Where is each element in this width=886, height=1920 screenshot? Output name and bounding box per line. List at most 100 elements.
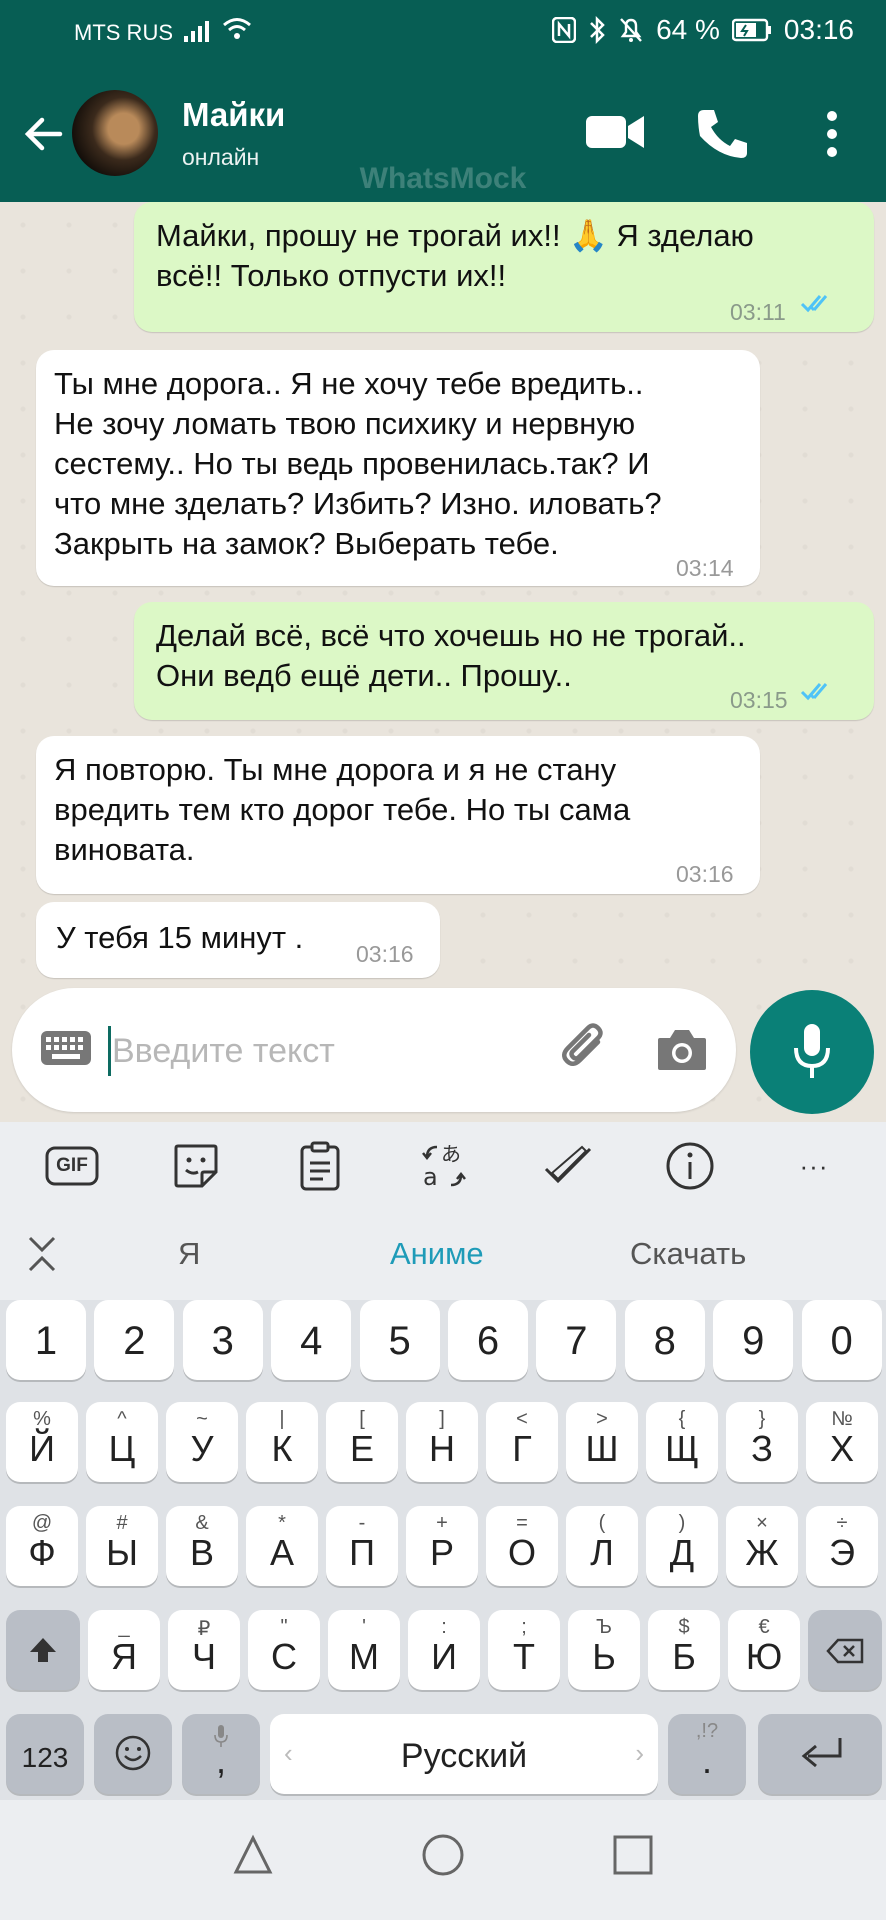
key-label: А [269,1532,294,1573]
key-letter[interactable]: ₽ Ч [168,1610,240,1690]
key-letter[interactable]: $ Б [648,1610,720,1690]
key-letter[interactable]: % Й [6,1402,78,1482]
backspace-key[interactable] [808,1610,882,1690]
info-button[interactable] [660,1138,720,1194]
message-bubble-incoming[interactable]: Я повторю. Ты мне дорога и я не стану вр… [36,736,760,894]
key-letter[interactable]: (Л [566,1506,638,1586]
sticker-icon [174,1144,218,1188]
key-1[interactable]: 1 [6,1300,86,1380]
key-letter[interactable]: ] Н [406,1402,478,1482]
key-letter[interactable]: > Ш [566,1402,638,1482]
key-label: Я [111,1636,137,1677]
collapse-keyboard-icon[interactable] [26,1234,58,1274]
gif-button[interactable]: GIF [42,1138,102,1194]
key-letter[interactable]: ~ У [166,1402,238,1482]
key-letter[interactable]: :И [408,1610,480,1690]
microphone-icon [794,1024,830,1078]
key-letter[interactable]: € Ю [728,1610,800,1690]
key-letter[interactable]: = О [486,1506,558,1586]
key-7[interactable]: 7 [536,1300,617,1380]
message-composer[interactable] [12,988,736,1112]
home-circle-icon[interactable] [420,1832,466,1878]
key-letter[interactable]: * А [246,1506,318,1586]
period-key[interactable]: ,!?. [668,1714,746,1794]
message-bubble-outgoing[interactable]: Майки, прошу не трогай их!! 🙏 Я зделаю в… [134,202,874,332]
key-letter[interactable]: № Х [806,1402,878,1482]
key-letter[interactable]: ЪЬ [568,1610,640,1690]
video-call-icon[interactable] [584,110,646,154]
comma-key[interactable]: , [182,1714,260,1794]
suggestion-2[interactable]: Аниме [390,1236,484,1272]
key-label: З [751,1428,773,1469]
translate-button[interactable]: あa [414,1138,474,1194]
key-letter[interactable]: ^ Ц [86,1402,158,1482]
emoji-key[interactable] [94,1714,172,1794]
key-letter[interactable]: _ Я [88,1610,160,1690]
key-label: С [271,1636,297,1677]
contact-name[interactable]: Майки [182,96,285,134]
navigation-bar [0,1800,886,1920]
camera-icon[interactable] [656,1026,708,1072]
key-letter[interactable]: ) Д [646,1506,718,1586]
back-triangle-icon[interactable] [230,1832,276,1878]
keyboard-icon[interactable] [40,1030,92,1066]
key-label: Д [669,1532,695,1573]
key-5[interactable]: 5 [359,1300,440,1380]
key-letter[interactable]: | К [246,1402,318,1482]
key-8[interactable]: 8 [624,1300,705,1380]
key-0[interactable]: 0 [801,1300,882,1380]
mic-button[interactable] [750,990,874,1114]
key-letter[interactable]: {Щ [646,1402,718,1482]
clipboard-button[interactable] [290,1138,350,1194]
key-letter[interactable]: & В [166,1506,238,1586]
key-letter[interactable]: } З [726,1402,798,1482]
key-2[interactable]: 2 [94,1300,175,1380]
numbers-mode-key[interactable]: 123 [6,1714,84,1794]
info-icon [666,1142,714,1190]
key-4[interactable]: 4 [271,1300,352,1380]
key-label: 0 [830,1319,853,1363]
message-bubble-outgoing[interactable]: Делай всё, всё что хочешь но не трогай..… [134,602,874,720]
bluetooth-icon [590,16,605,44]
key-letter[interactable]: [Е [326,1402,398,1482]
suggestion-3[interactable]: Скачать [630,1236,746,1272]
more-tools-button[interactable]: ··· [784,1138,844,1194]
key-letter[interactable]: + Р [406,1506,478,1586]
message-bubble-incoming[interactable]: Ты мне дорога.. Я не хочу тебе вредить..… [36,350,760,586]
key-letter[interactable]: ' М [328,1610,400,1690]
key-letter[interactable]: × Ж [726,1506,798,1586]
message-bubble-incoming[interactable]: У тебя 15 минут . 03:16 [36,902,440,978]
space-key[interactable]: Русский ‹ › [270,1714,658,1794]
nfc-icon [552,17,577,43]
paperclip-icon[interactable] [558,1020,614,1076]
message-text: Я повторю. Ты мне дорога и я не стану вр… [54,752,631,867]
sticker-button[interactable] [166,1138,226,1194]
key-letter[interactable]: " С [248,1610,320,1690]
message-time: 03:11 [730,299,786,325]
key-label: Ф [28,1532,56,1573]
key-letter[interactable]: < Г [486,1402,558,1482]
key-6[interactable]: 6 [448,1300,528,1380]
message-input[interactable] [110,1018,534,1084]
key-9[interactable]: 9 [713,1300,794,1380]
key-letter[interactable]: -П [326,1506,398,1586]
handwriting-button[interactable] [538,1138,598,1194]
gif-label: GIF [56,1155,88,1176]
more-options-icon[interactable] [818,108,846,160]
key-letter[interactable]: @ Ф [6,1506,78,1586]
key-label: Ж [745,1532,779,1573]
key-3[interactable]: 3 [182,1300,263,1380]
phone-call-icon[interactable] [694,106,752,160]
key-label: У [190,1428,214,1469]
clipboard-icon [300,1141,340,1191]
key-letter[interactable]: ÷ Э [806,1506,878,1586]
recents-square-icon[interactable] [610,1832,656,1878]
suggestion-1[interactable]: Я [178,1236,200,1272]
key-label: Н [429,1428,455,1469]
key-letter[interactable]: # Ы [86,1506,158,1586]
enter-key[interactable] [758,1714,882,1794]
key-letter[interactable]: ; Т [488,1610,560,1690]
chat-area[interactable]: Майки, прошу не трогай их!! 🙏 Я зделаю в… [0,202,886,1122]
back-arrow-icon[interactable] [20,110,68,158]
shift-key[interactable] [6,1610,80,1690]
